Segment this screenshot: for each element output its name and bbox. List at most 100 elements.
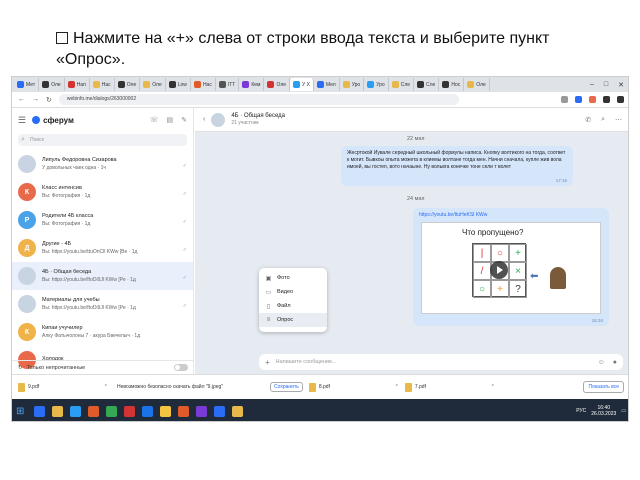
document-icon xyxy=(404,382,412,392)
forward-icon[interactable]: → xyxy=(32,96,39,103)
browser-tab[interactable]: Нас xyxy=(191,78,216,91)
chat-list-item[interactable]: Материалы для учебы Вы: https://youtu.be/… xyxy=(12,290,193,318)
chevron-up-icon[interactable]: ⌃ xyxy=(395,384,399,390)
video-icon: ▭ xyxy=(265,289,272,296)
tab-favicon-icon xyxy=(342,81,350,88)
chat-list-item[interactable]: К Класс интенсив Вы: Фотография · 1д ✓ xyxy=(12,178,193,206)
taskbar-app-icon[interactable] xyxy=(124,405,135,417)
browser-tab[interactable]: Мел xyxy=(314,78,340,91)
extension-icon[interactable] xyxy=(561,96,568,103)
minimize-icon[interactable]: – xyxy=(590,81,594,89)
taskbar-app-icon[interactable] xyxy=(196,405,207,417)
browser-tab[interactable]: Уро xyxy=(364,78,389,91)
start-menu-icon[interactable]: ⊞ xyxy=(16,406,27,417)
extension-icon[interactable] xyxy=(603,96,610,103)
menu-icon[interactable]: ☰ xyxy=(18,115,26,126)
close-icon[interactable]: ✕ xyxy=(618,81,624,89)
taskbar-app-icon[interactable] xyxy=(214,405,225,417)
instruction-text: Нажмите на «+» слева от строки ввода тек… xyxy=(56,28,596,70)
download-item[interactable]: 8.pdf ⌃ xyxy=(308,382,399,392)
taskbar-app-icon[interactable] xyxy=(52,405,63,417)
keep-button[interactable]: Сохранить xyxy=(270,382,303,392)
video-preview[interactable]: Что пропущено? | ○ + / × ○ +? ⬅ xyxy=(421,222,601,314)
browser-tab[interactable]: Оле xyxy=(115,78,141,91)
attach-menu-item-file[interactable]: ▯ Файл xyxy=(259,299,327,313)
compose-icon[interactable]: ✎ xyxy=(181,116,187,124)
chevron-up-icon[interactable]: ⌃ xyxy=(491,384,495,390)
attach-plus-icon[interactable]: + xyxy=(265,358,270,367)
chat-list-item[interactable]: Липуль Федоровна Сизарова У довольных чае… xyxy=(12,150,193,178)
message-bubble[interactable]: Жесртокой Иувале середный школьный форму… xyxy=(341,146,573,186)
tab-label: Нас xyxy=(202,81,212,88)
tab-label: Оле xyxy=(276,81,287,88)
show-all-button[interactable]: Показать все xyxy=(583,381,624,393)
browser-tab[interactable]: Кем xyxy=(239,78,265,91)
calendar-icon[interactable]: ▤ xyxy=(167,116,174,124)
taskbar-app-icon[interactable] xyxy=(34,405,45,417)
emoji-icon[interactable]: ☺ xyxy=(598,359,605,366)
language-indicator[interactable]: РУС xyxy=(576,408,586,414)
attach-menu-item-photo[interactable]: ▣ Фото xyxy=(259,271,327,285)
checkbox-icon[interactable] xyxy=(56,32,68,44)
taskbar-app-icon[interactable] xyxy=(142,405,153,417)
browser-tab[interactable]: Сле xyxy=(389,78,415,91)
chat-name: Класс интенсив xyxy=(42,185,82,191)
browser-tab[interactable]: Оле xyxy=(464,78,490,91)
chat-list-item[interactable]: Р Родители 4Б класса Вы: Фотография · 1д ✓ xyxy=(12,206,193,234)
attach-menu-item-video[interactable]: ▭ Видео xyxy=(259,285,327,299)
attach-menu-item-poll[interactable]: ≡ Опрос xyxy=(259,313,327,327)
message-link[interactable]: https://youtu.be/ttuHeKSl KWw xyxy=(419,212,487,218)
more-icon[interactable]: ⋯ xyxy=(615,116,622,124)
back-icon[interactable]: ← xyxy=(18,96,25,103)
read-status-icon: ✓ xyxy=(182,303,187,309)
microphone-icon[interactable]: ● xyxy=(613,359,617,366)
chevron-up-icon[interactable]: ⌃ xyxy=(104,384,108,390)
extension-icon[interactable] xyxy=(575,96,582,103)
taskbar-app-icon[interactable] xyxy=(70,405,81,417)
download-name: 7.pdf xyxy=(414,384,426,390)
search-input[interactable]: Поиск xyxy=(18,134,187,146)
browser-tab[interactable]: Уро xyxy=(340,78,365,91)
browser-tab[interactable]: Low xyxy=(166,78,191,91)
download-item[interactable]: 7.pdf ⌃ xyxy=(404,382,495,392)
unread-toggle[interactable] xyxy=(174,364,188,371)
taskbar-app-icon[interactable] xyxy=(232,405,243,417)
browser-tab[interactable]: Сле xyxy=(414,78,440,91)
download-item[interactable]: 9.pdf ⌃ xyxy=(18,382,108,392)
link-message-bubble[interactable]: https://youtu.be/ttuHeKSl KWw Что пропущ… xyxy=(413,208,609,326)
browser-tab[interactable]: Мет xyxy=(14,78,40,91)
extensions xyxy=(561,96,624,103)
call-icon[interactable]: ☏ xyxy=(150,116,159,124)
taskbar-app-icon[interactable] xyxy=(88,405,99,417)
reload-icon[interactable]: ↻ xyxy=(46,96,52,104)
taskbar-app-icon[interactable] xyxy=(106,405,117,417)
tab-favicon-icon xyxy=(67,81,75,88)
browser-tab[interactable]: Нас xyxy=(90,78,115,91)
back-icon[interactable]: ‹ xyxy=(203,116,205,123)
browser-tab[interactable]: Нап xyxy=(65,78,90,91)
play-icon[interactable] xyxy=(490,261,508,279)
chat-list-item[interactable]: Д Другие - 4Б Вы: https://youtu.be/ttuOnCl… xyxy=(12,234,193,262)
clock[interactable]: 16:40 26.03.2023 xyxy=(591,405,616,417)
taskbar-app-icon[interactable] xyxy=(178,405,189,417)
maximize-icon[interactable]: □ xyxy=(604,81,608,89)
search-icon[interactable]: ⌕ xyxy=(601,116,605,124)
profile-icon[interactable] xyxy=(617,96,624,103)
browser-tab[interactable]: Нос xyxy=(439,78,465,91)
browser-tab[interactable]: Оле xyxy=(140,78,166,91)
chat-list-item[interactable]: К Кипаи учучилер Алку Фатычолоны 7 · акура… xyxy=(12,318,193,346)
browser-tab[interactable]: Оле xyxy=(264,78,291,91)
logo: сферум xyxy=(32,116,74,125)
url-field[interactable]: webinfo.me/dialogs/263000002 xyxy=(58,94,459,105)
browser-tab[interactable]: У Х xyxy=(290,78,314,91)
message-input[interactable]: Напишите сообщение... xyxy=(276,359,337,365)
chat-list-item[interactable]: 4Б · Общая беседа Вы: https://youtu.be/ft… xyxy=(12,262,193,290)
unread-filter[interactable]: ↻ Только непрочитанные xyxy=(12,360,194,374)
taskbar-app-icon[interactable] xyxy=(160,405,171,417)
browser-tab[interactable]: Оле xyxy=(39,78,65,91)
browser-tab[interactable]: ITT xyxy=(216,78,240,91)
extension-icon[interactable] xyxy=(589,96,596,103)
download-bar: 9.pdf ⌃ Невозможно безопасно скачать фай… xyxy=(12,374,628,399)
notification-icon[interactable]: ▭ xyxy=(621,408,626,414)
call-icon[interactable]: ✆ xyxy=(585,116,591,124)
